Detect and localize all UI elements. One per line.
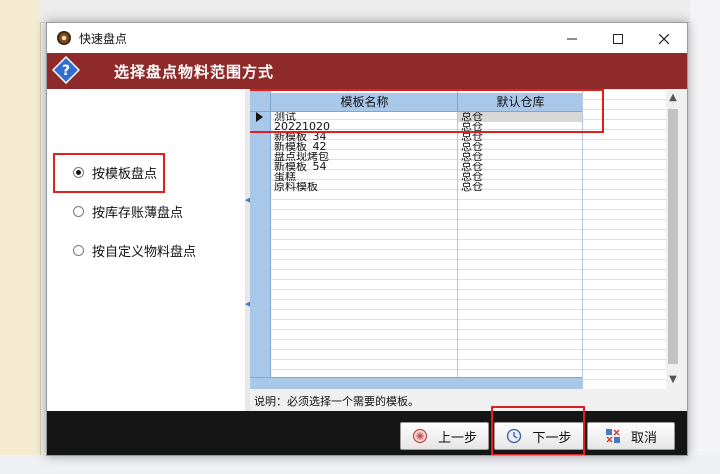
close-icon	[658, 33, 670, 44]
template-grid: 模板名称 默认仓库 测试 总仓 20221020 总仓 新模板_34 总仓 新模…	[250, 89, 666, 389]
maximize-icon	[613, 33, 623, 44]
svg-text:?: ?	[62, 63, 70, 79]
previous-step-button[interactable]: 上一步	[400, 422, 489, 450]
minimize-button[interactable]	[549, 23, 595, 53]
grid-vertical-scrollbar[interactable]: ▲ ▼	[666, 89, 680, 389]
cell-warehouse[interactable]: 总仓	[458, 132, 582, 142]
background-window-top	[40, 0, 720, 23]
highlight-box-grid-header	[250, 89, 604, 133]
table-row[interactable]: 蛋糕 总仓	[250, 172, 582, 182]
table-row[interactable]: 盘点现烤包 总仓	[250, 152, 582, 162]
cell-template-name[interactable]: 新模板_34	[271, 132, 457, 142]
highlight-box-option	[53, 153, 165, 193]
minimize-icon	[567, 38, 577, 39]
cell-warehouse[interactable]: 总仓	[458, 162, 582, 172]
cell-warehouse[interactable]: 总仓	[458, 142, 582, 152]
radio-label: 按自定义物料盘点	[92, 244, 197, 260]
radio-dot	[73, 205, 84, 217]
cancel-button[interactable]: 取消	[587, 422, 675, 450]
cell-template-name[interactable]: 新模板_42	[271, 142, 457, 152]
highlight-box-next-button	[491, 406, 585, 455]
maximize-button[interactable]	[595, 23, 641, 53]
previous-step-label: 上一步	[437, 430, 477, 446]
hint-text: 说明：必须选择一个需要的模板。	[254, 395, 419, 408]
radio-dot	[73, 244, 84, 256]
option-panel: 按模板盘点 按库存账薄盘点 按自定义物料盘点	[47, 89, 245, 411]
hint-bar: 说明：必须选择一个需要的模板。	[250, 389, 680, 411]
column-separator	[582, 89, 583, 389]
previous-icon	[412, 428, 428, 444]
background-window-left	[0, 0, 41, 474]
cancel-label: 取消	[630, 430, 657, 446]
cell-warehouse[interactable]: 总仓	[458, 182, 582, 192]
cancel-icon	[605, 429, 620, 443]
table-row[interactable]: 新模板_54 总仓	[250, 162, 582, 172]
radio-by-stock-ledger[interactable]: 按库存账薄盘点	[73, 200, 183, 222]
table-row[interactable]: 新模板_42 总仓	[250, 142, 582, 152]
radio-by-custom-material[interactable]: 按自定义物料盘点	[73, 239, 196, 261]
app-icon	[57, 31, 71, 45]
scroll-up-icon[interactable]: ▲	[666, 91, 680, 105]
background-window-right	[690, 0, 720, 474]
background-window-bottom	[0, 455, 720, 474]
help-diamond-icon: ?	[52, 56, 80, 84]
cell-warehouse[interactable]: 总仓	[458, 152, 582, 162]
table-row[interactable]: 原料模板 总仓	[250, 182, 582, 192]
window-title: 快速盘点	[79, 32, 128, 46]
quick-stocktake-dialog: 快速盘点 ? 选择盘点物料范围方式 按模板盘点 按库存账薄盘点 按自定义物料盘点	[46, 22, 688, 456]
cell-template-name[interactable]: 新模板_54	[271, 162, 457, 172]
cell-template-name[interactable]: 盘点现烤包	[271, 152, 457, 162]
scroll-thumb[interactable]	[668, 109, 678, 364]
radio-label: 按库存账薄盘点	[92, 205, 184, 221]
close-button[interactable]	[641, 23, 687, 53]
scroll-down-icon[interactable]: ▼	[666, 373, 680, 387]
table-row[interactable]: 新模板_34 总仓	[250, 132, 582, 142]
banner-title: 选择盘点物料范围方式	[114, 63, 275, 81]
button-bar: 上一步 下一步 取消	[47, 406, 687, 455]
cell-warehouse[interactable]: 总仓	[458, 172, 582, 182]
grid-footer	[250, 377, 582, 389]
title-bar: 快速盘点	[47, 23, 687, 53]
header-banner: ? 选择盘点物料范围方式	[47, 53, 687, 89]
cell-template-name[interactable]: 蛋糕	[271, 172, 457, 182]
cell-template-name[interactable]: 原料模板	[271, 182, 457, 192]
